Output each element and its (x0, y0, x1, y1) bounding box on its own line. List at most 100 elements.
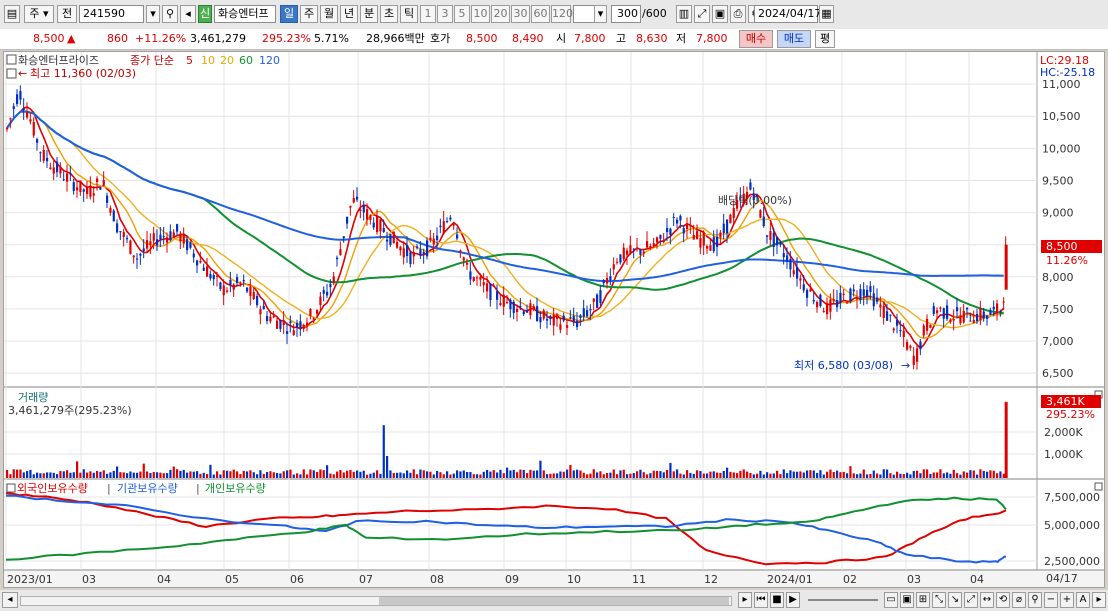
print-icon[interactable]: ⎙ (730, 5, 746, 23)
minute-option-3[interactable]: 3 (437, 5, 453, 23)
candle-body (659, 234, 662, 239)
turnover-rate: 5.71% (314, 32, 349, 45)
date-input[interactable]: 2024/04/17 (754, 5, 821, 23)
volume-bar (536, 470, 539, 478)
stop-icon[interactable]: ■ (770, 592, 784, 608)
first-page-icon[interactable]: ⏮ (754, 592, 768, 608)
candle-body (349, 205, 352, 208)
speed-slider[interactable] (808, 599, 878, 601)
period-minute-tab[interactable]: 분 (360, 5, 378, 23)
minute-option-10[interactable]: 10 (471, 5, 490, 23)
period-month-tab[interactable]: 월 (320, 5, 338, 23)
search-icon[interactable]: ⚲ (162, 5, 178, 23)
tool-icon-6[interactable]: ⤢ (964, 592, 978, 608)
tool-icon-3[interactable]: ⊞ (916, 592, 930, 608)
candle-body (122, 232, 125, 237)
tool-icon-8[interactable]: ⟲ (996, 592, 1010, 608)
scroll-end-icon[interactable]: ▸ (1092, 592, 1106, 608)
candle-body (352, 197, 355, 203)
candle-body (39, 152, 42, 154)
chart-type-icon[interactable]: ▥ (676, 5, 692, 23)
candle-body (792, 270, 795, 275)
candle-body (759, 210, 762, 218)
volume-bar (156, 472, 159, 478)
stock-chart[interactable]: 11,000 10,500 10,000 9,500 9,000 8,500 8,000 7,… (3, 51, 1105, 588)
zoom-in-icon[interactable]: + (1060, 592, 1074, 608)
volume-bar (832, 471, 835, 478)
period-tick-tab[interactable]: 틱 (400, 5, 418, 23)
volume-bar (169, 469, 172, 478)
text-size-icon[interactable]: A (1076, 592, 1090, 608)
volume-bar (266, 472, 269, 478)
volume-bar (742, 469, 745, 478)
bottom-toolbar: ◂ ▸ ⏮ ■ ▶ ▭ ▣ ⊞ ⤡ ↘ ⤢ ↔ ⟲ ⌀ ⚲ − + A ▸ (0, 590, 1108, 611)
custom-period-dropdown-icon[interactable]: ▾ (594, 5, 607, 23)
candle-body (926, 318, 929, 331)
average-button[interactable]: 평 (815, 30, 835, 48)
candle-body (536, 306, 539, 322)
stock-name-field: 화승엔터프 (214, 5, 276, 23)
stock-code-input[interactable]: 241590 (79, 5, 144, 23)
tool-icon-5[interactable]: ↘ (948, 592, 962, 608)
zoom-icon[interactable]: ⚲ (1028, 592, 1042, 608)
volume-bar (332, 474, 335, 478)
calendar-icon[interactable]: ▦ (819, 5, 834, 23)
tool-icon-9[interactable]: ⌀ (1012, 592, 1026, 608)
period-second-tab[interactable]: 초 (380, 5, 398, 23)
candle-body (126, 237, 129, 240)
scrollbar-thumb[interactable] (379, 597, 729, 605)
candle-body (152, 233, 155, 241)
candle-body (59, 166, 62, 174)
period-year-tab[interactable]: 년 (340, 5, 358, 23)
bar-count-input[interactable]: 300 (611, 5, 641, 23)
candle-body (269, 316, 272, 322)
volume-bar (39, 473, 42, 478)
zoom-out-icon[interactable]: − (1044, 592, 1058, 608)
sound-icon[interactable]: ◂ (180, 5, 196, 23)
time-axis-label: 09 (505, 573, 519, 586)
period-day-tab[interactable]: 일 (280, 5, 298, 23)
volume-bar (146, 471, 149, 478)
type-button[interactable]: 전 (57, 5, 77, 23)
sell-button[interactable]: 매도 (777, 30, 811, 48)
volume-bar (599, 471, 602, 478)
tool-icon-7[interactable]: ↔ (980, 592, 994, 608)
horizontal-scrollbar[interactable] (20, 596, 732, 606)
candle-body (302, 324, 305, 329)
candle-body (849, 288, 852, 302)
minute-option-20[interactable]: 20 (491, 5, 510, 23)
volume-bar (552, 473, 555, 478)
candle-body (112, 210, 115, 222)
dropdown-icon[interactable]: ▾ (146, 5, 160, 23)
tool-icon-4[interactable]: ⤡ (932, 592, 946, 608)
period-week-tab[interactable]: 주 (300, 5, 318, 23)
scroll-left-icon[interactable]: ◂ (2, 592, 18, 608)
volume-bar (259, 470, 262, 478)
buy-button[interactable]: 매수 (739, 30, 773, 48)
volume-bar (249, 470, 252, 478)
market-select[interactable]: 주 ▾ (24, 5, 54, 23)
candle-body (42, 149, 45, 161)
save-icon[interactable]: ▣ (712, 5, 728, 23)
scroll-right-icon[interactable]: ▸ (738, 592, 752, 608)
volume-bar (49, 472, 52, 478)
candle-body (96, 178, 99, 183)
volume-bar (792, 471, 795, 478)
play-icon[interactable]: ▶ (786, 592, 800, 608)
crosshair-icon[interactable]: ⤢ (694, 5, 710, 23)
chart-canvas[interactable]: 11,000 10,500 10,000 9,500 9,000 8,500 8,000 7,… (4, 52, 1104, 587)
tool-icon-1[interactable]: ▭ (884, 592, 898, 608)
tool-icon-2[interactable]: ▣ (900, 592, 914, 608)
candle-body (282, 321, 285, 326)
candle-body (22, 107, 25, 111)
candle-body (26, 112, 29, 118)
candle-body (676, 219, 679, 224)
minute-option-1[interactable]: 1 (420, 5, 436, 23)
minute-option-5[interactable]: 5 (454, 5, 470, 23)
minute-option-30[interactable]: 30 (511, 5, 530, 23)
minute-option-120[interactable]: 120 (551, 5, 573, 23)
time-axis-label: 03 (907, 573, 921, 586)
minute-option-60[interactable]: 60 (531, 5, 550, 23)
ma20-label: 20 (220, 54, 234, 67)
window-menu-icon[interactable]: ▤ (4, 5, 20, 23)
